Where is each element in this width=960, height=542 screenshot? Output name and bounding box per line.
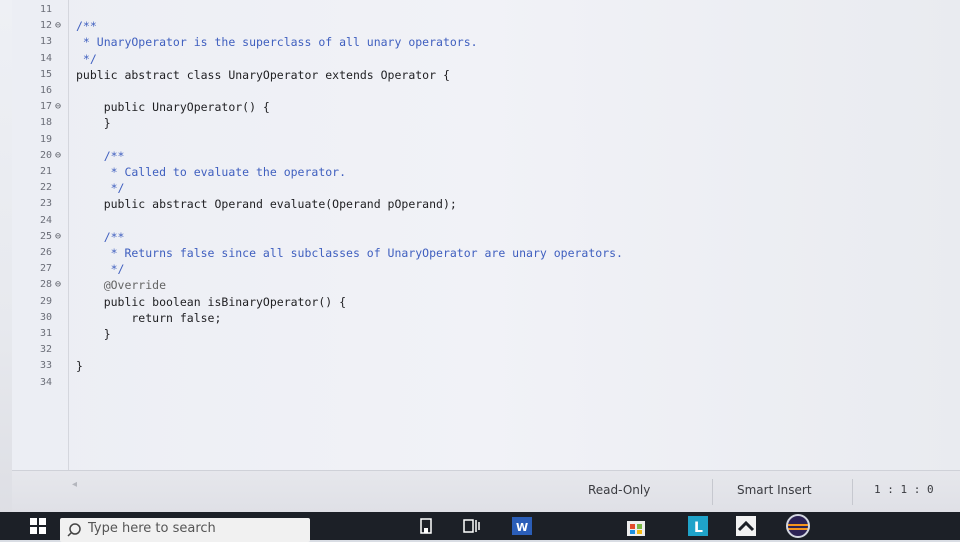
code-text: return false; — [76, 311, 222, 325]
code-line[interactable]: 34 — [12, 375, 952, 391]
fold-toggle-icon[interactable]: ⊖ — [55, 99, 67, 115]
code-line[interactable]: 16 — [12, 83, 952, 99]
taskbar: Type here to search W L — [0, 512, 960, 542]
fold-toggle-icon[interactable] — [55, 132, 67, 148]
code-line[interactable]: 23 public abstract Operand evaluate(Oper… — [12, 196, 952, 212]
fold-toggle-icon[interactable] — [55, 294, 67, 310]
task-view-icon[interactable] — [462, 516, 482, 536]
code-line[interactable]: 21 * Called to evaluate the operator. — [12, 164, 952, 180]
svg-text:L: L — [694, 520, 703, 536]
fold-toggle-icon[interactable] — [55, 2, 67, 18]
code-line[interactable]: 25 ⊖ /** — [12, 229, 952, 245]
code-line[interactable]: 28 ⊖ @Override — [12, 277, 952, 293]
fold-toggle-icon[interactable] — [55, 196, 67, 212]
fold-toggle-icon[interactable] — [55, 164, 67, 180]
code-line[interactable]: 31 } — [12, 326, 952, 342]
word-icon[interactable]: W — [510, 514, 534, 538]
code-line[interactable]: 17 ⊖ public UnaryOperator() { — [12, 99, 952, 115]
code-line[interactable]: 33} — [12, 358, 952, 374]
fold-toggle-icon[interactable] — [55, 261, 67, 277]
code-line[interactable]: 29 public boolean isBinaryOperator() { — [12, 294, 952, 310]
code-line[interactable]: 14 */ — [12, 51, 952, 67]
code-line[interactable]: 26 * Returns false since all subclasses … — [12, 245, 952, 261]
fold-toggle-icon[interactable]: ⊖ — [55, 229, 67, 245]
code-line[interactable]: 24 — [12, 213, 952, 229]
svg-text:W: W — [516, 521, 528, 534]
taskbar-search-box[interactable]: Type here to search — [60, 518, 310, 542]
status-insert-mode: Smart Insert — [737, 483, 812, 497]
code-line[interactable]: 19 — [12, 132, 952, 148]
code-line[interactable]: 11 — [12, 2, 952, 18]
fold-toggle-icon[interactable] — [55, 310, 67, 326]
code-text: * UnaryOperator is the superclass of all… — [76, 35, 478, 49]
eclipse-icon[interactable] — [784, 512, 812, 540]
fold-toggle-icon[interactable] — [55, 213, 67, 229]
fold-toggle-icon[interactable]: ⊖ — [55, 18, 67, 34]
code-text: * Returns false since all subclasses of … — [76, 246, 623, 260]
code-text: public abstract Operand evaluate(Operand… — [76, 197, 457, 211]
fold-toggle-icon[interactable] — [55, 115, 67, 131]
code-text: */ — [76, 181, 125, 195]
fold-toggle-icon[interactable] — [55, 245, 67, 261]
code-line[interactable]: 22 */ — [12, 180, 952, 196]
code-line[interactable]: 13 * UnaryOperator is the superclass of … — [12, 34, 952, 50]
search-icon — [67, 523, 81, 537]
fold-toggle-icon[interactable]: ⊖ — [55, 148, 67, 164]
code-text: } — [76, 116, 111, 130]
store-icon[interactable] — [624, 514, 648, 538]
fold-toggle-icon[interactable] — [55, 342, 67, 358]
code-text: */ — [76, 52, 97, 66]
fold-toggle-icon[interactable] — [55, 83, 67, 99]
code-text: * Called to evaluate the operator. — [76, 165, 347, 179]
code-line[interactable]: 20 ⊖ /** — [12, 148, 952, 164]
fold-toggle-icon[interactable] — [55, 326, 67, 342]
search-placeholder: Type here to search — [88, 521, 216, 536]
code-text: /** — [76, 230, 125, 244]
status-separator — [852, 479, 853, 505]
status-separator — [712, 479, 713, 505]
code-text: @Override — [76, 278, 167, 292]
fold-toggle-icon[interactable]: ⊖ — [55, 277, 67, 293]
code-line[interactable]: 32 — [12, 342, 952, 358]
code-text: public UnaryOperator() { — [76, 100, 270, 114]
fold-toggle-icon[interactable] — [55, 34, 67, 50]
status-read-only: Read-Only — [588, 483, 651, 497]
code-line[interactable]: 27 */ — [12, 261, 952, 277]
file-explorer-icon[interactable] — [416, 516, 436, 536]
code-text: public abstract class UnaryOperator exte… — [76, 68, 450, 82]
code-line[interactable]: 15 public abstract class UnaryOperator ex… — [12, 67, 952, 83]
l-app-icon[interactable]: L — [686, 514, 710, 538]
windows-start-icon[interactable] — [28, 516, 48, 536]
fold-toggle-icon[interactable] — [55, 180, 67, 196]
code-text: /** — [76, 149, 125, 163]
fold-toggle-icon[interactable] — [55, 51, 67, 67]
code-text: */ — [76, 262, 125, 276]
code-text: /** — [76, 19, 97, 33]
code-line[interactable]: 30 return false; — [12, 310, 952, 326]
status-cursor-position: 1 : 1 : 0 — [874, 483, 934, 496]
code-editor[interactable]: 11 12 ⊖/** 13 * UnaryOperator is the superc… — [12, 0, 960, 470]
code-text: } — [76, 327, 111, 341]
fold-toggle-icon[interactable] — [55, 375, 67, 391]
code-text: } — [76, 359, 83, 373]
scroll-left-icon[interactable]: ◂ — [72, 479, 82, 490]
code-text: public boolean isBinaryOperator() { — [76, 295, 347, 309]
fold-toggle-icon[interactable] — [55, 358, 67, 374]
status-bar: ◂ Read-Only Smart Insert 1 : 1 : 0 — [12, 470, 960, 513]
fold-toggle-icon[interactable] — [55, 67, 67, 83]
code-line[interactable]: 18 } — [12, 115, 952, 131]
screen: 11 12 ⊖/** 13 * UnaryOperator is the superc… — [0, 0, 960, 542]
mail-icon[interactable] — [734, 514, 758, 538]
code-line[interactable]: 12 ⊖/** — [12, 18, 952, 34]
